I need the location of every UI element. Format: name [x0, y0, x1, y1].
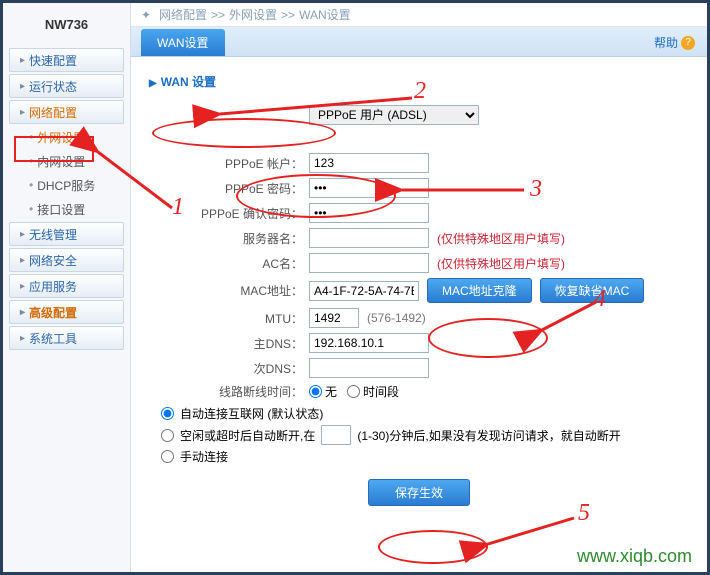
- mode-manual-radio[interactable]: [161, 450, 174, 463]
- mac-input[interactable]: [309, 281, 419, 301]
- dns1-label: 主DNS：: [149, 335, 309, 352]
- sidebar-item-label: 外网设置: [37, 129, 85, 146]
- pwd-input[interactable]: [309, 178, 429, 198]
- sidebar-item-label: 应用服务: [29, 278, 77, 295]
- help-label: 帮助: [654, 34, 678, 51]
- sidebar-item-label: 内网设置: [37, 153, 85, 170]
- breadcrumb-item: 外网设置: [229, 6, 277, 23]
- mac-restore-button[interactable]: 恢复缺省MAC: [540, 278, 645, 303]
- disc-period-radio[interactable]: [347, 385, 360, 398]
- chevron-right-icon: ▸: [20, 307, 25, 318]
- help-link[interactable]: 帮助 ?: [654, 34, 695, 51]
- sidebar-item-status[interactable]: ▸ 运行状态: [9, 74, 124, 98]
- sidebar-item-wireless[interactable]: ▸ 无线管理: [9, 222, 124, 246]
- tabbar: WAN设置 帮助 ?: [131, 27, 707, 57]
- breadcrumb-sep: >>: [281, 8, 295, 22]
- mode-auto-radio[interactable]: [161, 407, 174, 420]
- mtu-input[interactable]: [309, 308, 359, 328]
- pwd2-label: PPPoE 确认密码：: [149, 205, 309, 222]
- disc-label: 线路断线时间：: [149, 383, 309, 400]
- dns1-input[interactable]: [309, 333, 429, 353]
- breadcrumb-item: 网络配置: [159, 6, 207, 23]
- sidebar-item-label: 无线管理: [29, 226, 77, 243]
- breadcrumb: ✦ 网络配置 >> 外网设置 >> WAN设置: [131, 3, 707, 27]
- gear-icon: ✦: [141, 8, 155, 22]
- sidebar-item-quick[interactable]: ▸ 快速配置: [9, 48, 124, 72]
- account-input[interactable]: [309, 153, 429, 173]
- sidebar-item-label: 系统工具: [29, 330, 77, 347]
- panel: ▶WAN 设置 PPPoE 用户 (ADSL) PPPoE 帐户： PPPoE …: [131, 57, 707, 518]
- idle-minutes-input[interactable]: [321, 425, 351, 445]
- mac-clone-button[interactable]: MAC地址克隆: [427, 278, 532, 303]
- sidebar-item-label: 网络配置: [29, 104, 77, 121]
- breadcrumb-item: WAN设置: [299, 6, 351, 23]
- bullet-icon: •: [29, 178, 33, 192]
- sidebar-item-security[interactable]: ▸ 网络安全: [9, 248, 124, 272]
- sidebar-item-network[interactable]: ▸ 网络配置: [9, 100, 124, 124]
- chevron-right-icon: ▸: [20, 333, 25, 344]
- chevron-right-icon: ▸: [20, 255, 25, 266]
- save-button[interactable]: 保存生效: [368, 479, 470, 506]
- sidebar-item-label: 接口设置: [37, 201, 85, 218]
- pwd-label: PPPoE 密码：: [149, 180, 309, 197]
- chevron-right-icon: ▸: [20, 81, 25, 92]
- mode-idle-suffix: (1-30)分钟后,如果没有发现访问请求，就自动断开: [357, 427, 620, 444]
- breadcrumb-sep: >>: [211, 8, 225, 22]
- conn-type-select[interactable]: PPPoE 用户 (ADSL): [309, 105, 479, 125]
- dns2-input[interactable]: [309, 358, 429, 378]
- ac-label: AC名：: [149, 255, 309, 272]
- mac-label: MAC地址：: [149, 282, 309, 299]
- bullet-icon: •: [29, 154, 33, 168]
- sidebar-item-label: DHCP服务: [37, 177, 95, 194]
- chevron-right-icon: ▸: [20, 229, 25, 240]
- brand: NW736: [3, 7, 130, 46]
- mode-auto-label: 自动连接互联网 (默认状态): [180, 405, 323, 422]
- sidebar-item-label: 快速配置: [29, 52, 77, 69]
- sidebar-item-dhcp[interactable]: • DHCP服务: [9, 174, 124, 196]
- server-label: 服务器名：: [149, 230, 309, 247]
- help-icon: ?: [681, 36, 695, 50]
- sidebar: NW736 ▸ 快速配置 ▸ 运行状态 ▸ 网络配置 • 外网设置 • 内网设置 • DHC…: [3, 3, 131, 572]
- sidebar-item-advanced[interactable]: ▸ 高级配置: [9, 300, 124, 324]
- chevron-right-icon: ▸: [20, 55, 25, 66]
- sidebar-item-lan[interactable]: • 内网设置: [9, 150, 124, 172]
- chevron-right-icon: ▸: [20, 107, 25, 118]
- account-label: PPPoE 帐户：: [149, 155, 309, 172]
- watermark: www.xiqb.com: [577, 546, 692, 567]
- bullet-icon: •: [29, 202, 33, 216]
- disc-none-radio[interactable]: [309, 385, 322, 398]
- chevron-right-icon: ▸: [20, 281, 25, 292]
- server-hint: (仅供特殊地区用户填写): [437, 230, 565, 247]
- sidebar-item-port[interactable]: • 接口设置: [9, 198, 124, 220]
- sidebar-item-label: 高级配置: [29, 304, 77, 321]
- main: ✦ 网络配置 >> 外网设置 >> WAN设置 WAN设置 帮助 ? ▶WAN …: [131, 3, 707, 572]
- tab-wan[interactable]: WAN设置: [141, 29, 225, 56]
- pwd2-input[interactable]: [309, 203, 429, 223]
- ac-input[interactable]: [309, 253, 429, 273]
- mtu-label: MTU：: [149, 310, 309, 327]
- sidebar-item-wan[interactable]: • 外网设置: [9, 126, 124, 148]
- mode-manual-label: 手动连接: [180, 448, 228, 465]
- disc-none-label: 无: [325, 383, 337, 400]
- triangle-icon: ▶: [149, 78, 157, 89]
- mode-idle-prefix: 空闲或超时后自动断开,在: [180, 427, 315, 444]
- mode-idle-radio[interactable]: [161, 429, 174, 442]
- disc-period-label: 时间段: [363, 383, 399, 400]
- sidebar-item-system[interactable]: ▸ 系统工具: [9, 326, 124, 350]
- bullet-icon: •: [29, 130, 33, 144]
- section-title: ▶WAN 设置: [149, 69, 689, 100]
- sidebar-item-label: 运行状态: [29, 78, 77, 95]
- mtu-hint: (576-1492): [367, 311, 426, 325]
- ac-hint: (仅供特殊地区用户填写): [437, 255, 565, 272]
- sidebar-item-app[interactable]: ▸ 应用服务: [9, 274, 124, 298]
- sidebar-item-label: 网络安全: [29, 252, 77, 269]
- server-input[interactable]: [309, 228, 429, 248]
- dns2-label: 次DNS：: [149, 360, 309, 377]
